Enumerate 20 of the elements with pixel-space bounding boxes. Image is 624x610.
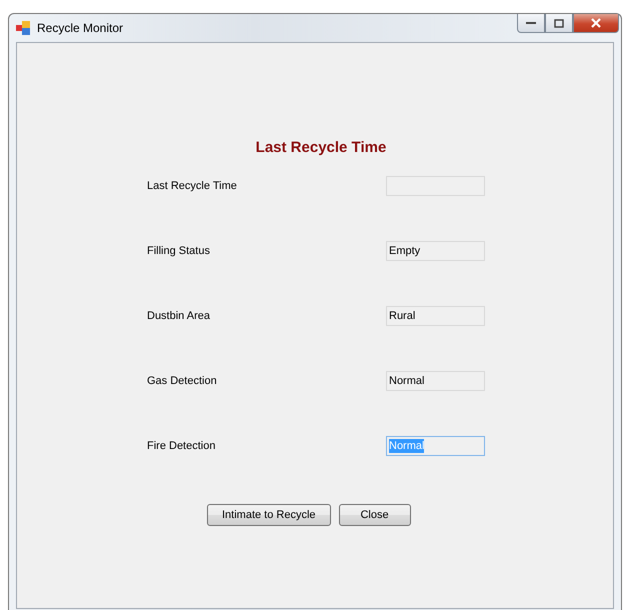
field-label: Dustbin Area: [147, 310, 211, 322]
recycle-button[interactable]: Intimate to Recycle: [207, 504, 331, 526]
window-title: Recycle Monitor: [37, 21, 124, 35]
minimize-button[interactable]: [517, 14, 545, 33]
maximize-button[interactable]: [545, 14, 573, 33]
minimize-icon: [526, 21, 536, 25]
close-form-button[interactable]: Close: [338, 504, 411, 526]
form-heading: Last Recycle Time: [254, 138, 388, 156]
text-field[interactable]: Empty: [386, 241, 485, 261]
field-label: Filling Status: [147, 245, 211, 257]
field-label: Gas Detection: [147, 375, 218, 387]
field-label: Last Recycle Time: [147, 180, 238, 192]
text-field[interactable]: Rural: [386, 306, 485, 326]
app-icon: [16, 21, 30, 35]
text-field[interactable]: [386, 176, 485, 196]
close-icon: [590, 18, 602, 28]
field-label: Fire Detection: [147, 440, 216, 452]
text-field[interactable]: Normal: [386, 371, 485, 391]
maximize-icon: [554, 18, 564, 28]
close-button[interactable]: [573, 14, 619, 33]
